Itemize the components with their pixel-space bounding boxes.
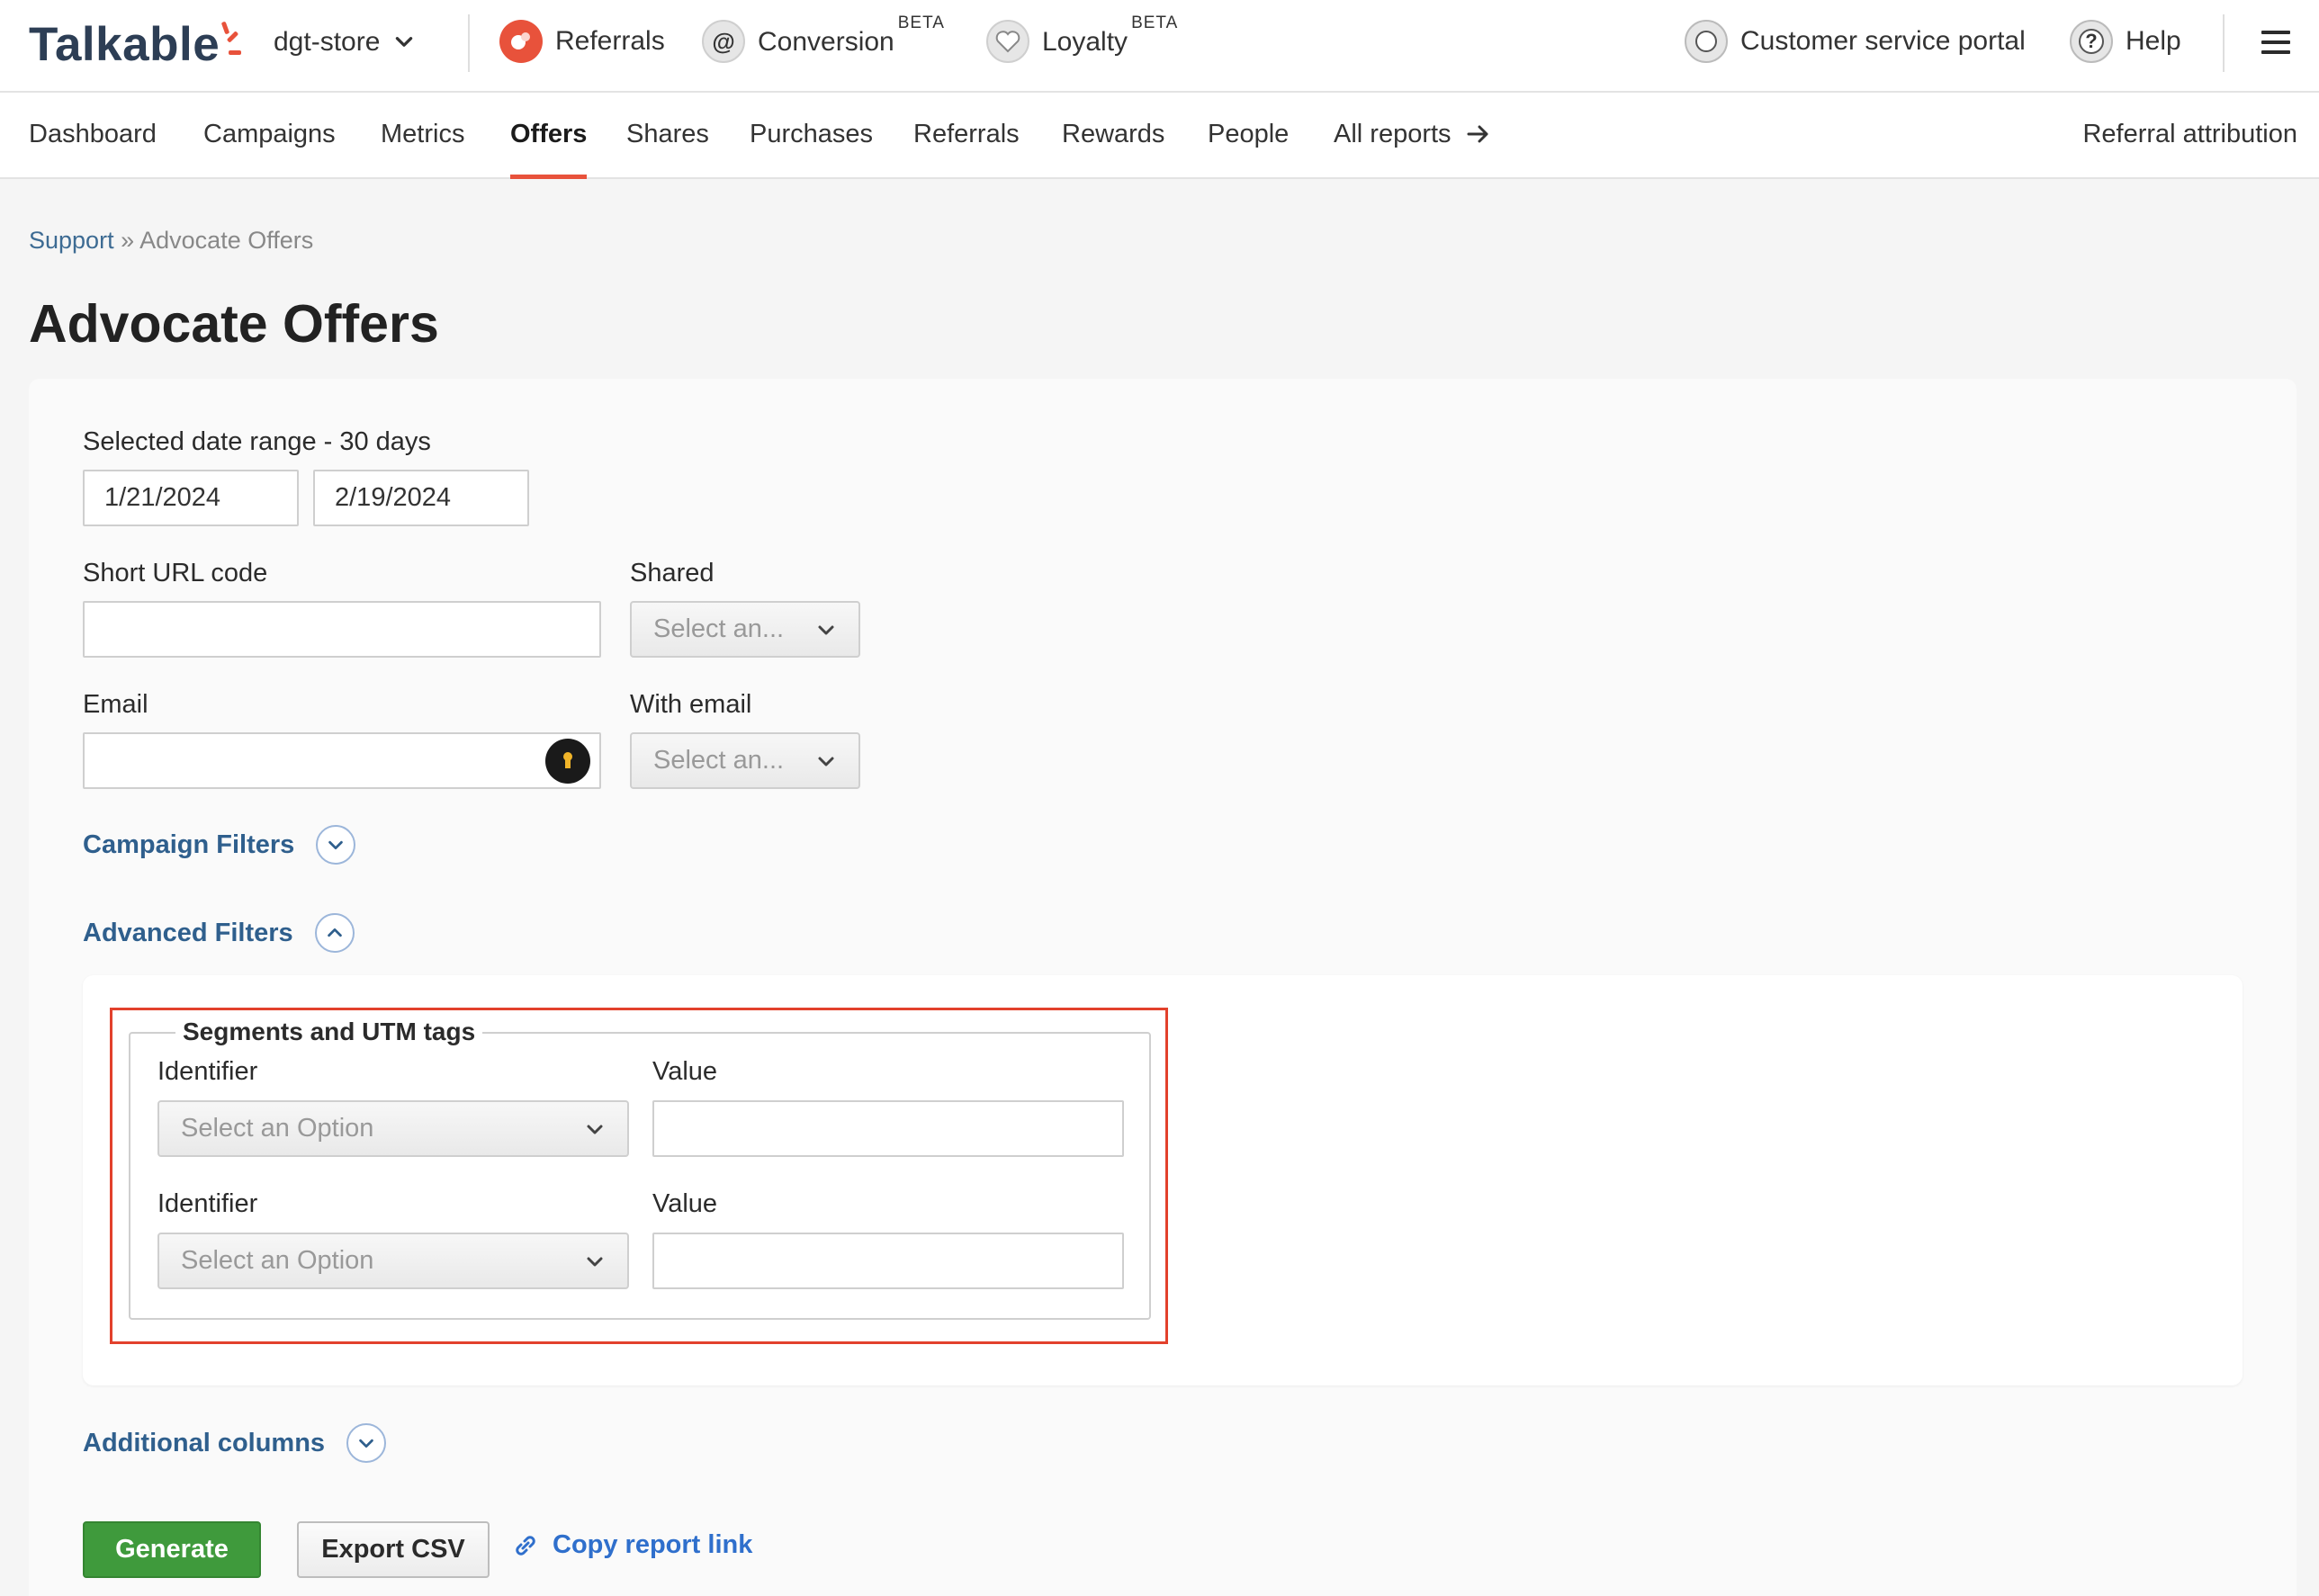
generate-button[interactable]: Generate: [83, 1521, 261, 1578]
campaign-filters-toggle[interactable]: Campaign Filters: [83, 825, 356, 865]
link-icon: [516, 1535, 535, 1556]
nav-purchases[interactable]: Purchases: [750, 120, 873, 179]
campaign-filters-label: Campaign Filters: [83, 829, 295, 859]
breadcrumb-current: Advocate Offers: [139, 227, 314, 254]
value-input[interactable]: [652, 1100, 1124, 1157]
customer-service-portal-link[interactable]: Customer service portal: [1685, 20, 2026, 63]
breadcrumb-support-link[interactable]: Support: [29, 227, 114, 254]
report-filters-card: Selected date range - 30 days 1/21/2024 …: [29, 379, 2297, 1596]
product-loyalty-label: LoyaltyBETA: [1042, 13, 1179, 57]
user-circle-icon: [1685, 20, 1728, 63]
product-referrals-label: Referrals: [555, 26, 665, 56]
chevron-up-icon: [314, 913, 355, 953]
with-email-select-value: Select an...: [653, 746, 785, 775]
product-conversion-label: ConversionBETA: [758, 13, 945, 57]
breadcrumb: Support » Advocate Offers: [29, 227, 313, 255]
chevron-down-icon: [316, 825, 356, 865]
advanced-filters-label: Advanced Filters: [83, 918, 293, 947]
chevron-down-icon: [587, 1125, 603, 1134]
value-input[interactable]: [652, 1233, 1124, 1289]
shared-label: Shared: [630, 559, 715, 587]
copy-report-link[interactable]: Copy report link: [511, 1530, 752, 1560]
product-conversion[interactable]: @ ConversionBETA: [702, 13, 945, 63]
identifier-select[interactable]: Select an Option: [157, 1233, 629, 1289]
shared-select-value: Select an...: [653, 614, 785, 643]
nav-rewards[interactable]: Rewards: [1062, 120, 1164, 179]
date-range-label: Selected date range - 30 days: [83, 427, 431, 456]
password-manager-keyhole-icon[interactable]: [545, 739, 590, 784]
with-email-select[interactable]: Select an...: [630, 732, 860, 789]
referrals-icon: [499, 20, 543, 63]
segments-legend: Segments and UTM tags: [175, 1018, 483, 1046]
logo-spark-icon: [220, 18, 242, 72]
beta-badge: BETA: [1131, 13, 1179, 32]
identifier-select-value: Select an Option: [181, 1246, 374, 1275]
short-url-input[interactable]: [83, 601, 601, 658]
value-label: Value: [652, 1057, 718, 1086]
nav-all-reports[interactable]: All reports: [1334, 120, 1491, 179]
hamburger-menu-icon[interactable]: [2261, 31, 2290, 56]
talkable-logo[interactable]: Talkable: [29, 18, 242, 72]
page-title: Advocate Offers: [29, 294, 439, 354]
chevron-down-icon: [587, 1257, 603, 1266]
nav-metrics[interactable]: Metrics: [381, 120, 464, 179]
breadcrumb-separator: »: [121, 227, 135, 254]
advanced-filters-panel: Segments and UTM tags Identifier Select …: [83, 975, 2243, 1385]
nav-offers[interactable]: Offers: [510, 120, 588, 179]
at-sign-icon: @: [702, 20, 745, 63]
help-label: Help: [2126, 26, 2181, 56]
header-divider: [2223, 14, 2225, 72]
chevron-down-icon: [818, 757, 834, 766]
additional-columns-label: Additional columns: [83, 1428, 326, 1457]
email-input[interactable]: [83, 732, 601, 789]
advanced-filters-toggle[interactable]: Advanced Filters: [83, 913, 355, 953]
highlight-box: Segments and UTM tags Identifier Select …: [110, 1008, 1168, 1344]
store-switcher[interactable]: dgt-store: [274, 27, 416, 58]
date-to-input[interactable]: 2/19/2024: [313, 470, 529, 526]
value-label: Value: [652, 1189, 718, 1218]
customer-service-label: Customer service portal: [1740, 26, 2026, 56]
shared-select[interactable]: Select an...: [630, 601, 860, 658]
date-from-input[interactable]: 1/21/2024: [83, 470, 299, 526]
identifier-select-value: Select an Option: [181, 1114, 374, 1143]
product-loyalty[interactable]: LoyaltyBETA: [986, 13, 1179, 63]
help-link[interactable]: ? Help: [2070, 20, 2181, 63]
identifier-select[interactable]: Select an Option: [157, 1100, 629, 1157]
heart-icon: [986, 20, 1029, 63]
help-icon: ?: [2070, 20, 2113, 63]
logo-text: Talkable: [29, 18, 220, 71]
top-header: Talkable dgt-store Referrals @ Conversio…: [0, 0, 2319, 93]
nav-shares[interactable]: Shares: [626, 120, 709, 179]
chevron-down-icon: [346, 1423, 387, 1463]
short-url-label: Short URL code: [83, 559, 268, 587]
nav-all-reports-label: All reports: [1334, 120, 1452, 148]
nav-dashboard[interactable]: Dashboard: [29, 120, 157, 179]
export-csv-button[interactable]: Export CSV: [297, 1521, 490, 1578]
chevron-down-icon: [396, 37, 413, 47]
additional-columns-toggle[interactable]: Additional columns: [83, 1423, 387, 1463]
arrow-right-icon: [1467, 125, 1488, 143]
nav-referrals[interactable]: Referrals: [913, 120, 1020, 179]
header-divider: [468, 14, 470, 72]
reports-nav: Dashboard Campaigns Metrics Offers Share…: [0, 93, 2319, 179]
nav-referral-attribution[interactable]: Referral attribution: [2082, 120, 2297, 179]
store-name: dgt-store: [274, 27, 381, 57]
product-referrals[interactable]: Referrals: [499, 20, 665, 63]
email-label: Email: [83, 690, 148, 719]
identifier-label: Identifier: [157, 1057, 258, 1086]
identifier-label: Identifier: [157, 1189, 258, 1218]
with-email-label: With email: [630, 690, 752, 719]
nav-campaigns[interactable]: Campaigns: [203, 120, 336, 179]
beta-badge: BETA: [897, 13, 945, 32]
copy-report-link-label: Copy report link: [553, 1530, 753, 1559]
chevron-down-icon: [818, 625, 834, 634]
nav-people[interactable]: People: [1208, 120, 1289, 179]
segments-utm-fieldset: Segments and UTM tags Identifier Select …: [129, 1018, 1151, 1320]
